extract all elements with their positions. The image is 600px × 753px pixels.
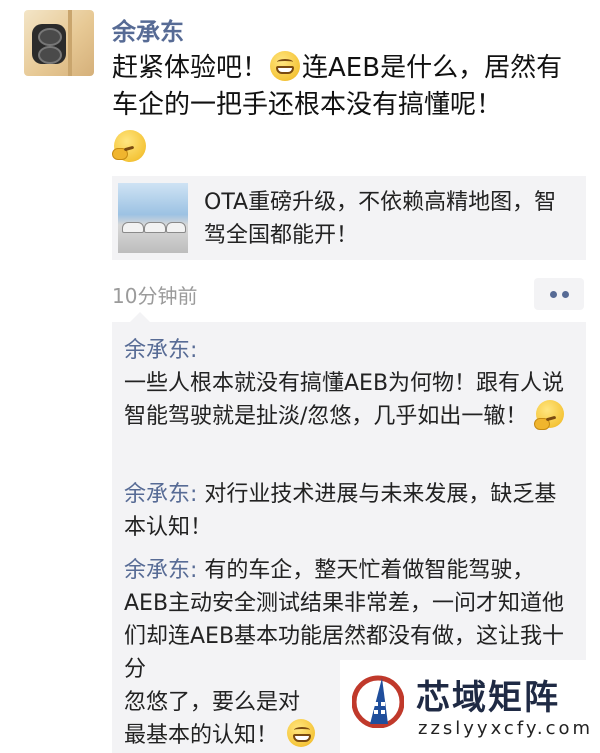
comment-text-line6: 最基本的认知！ (124, 723, 279, 748)
grinning-face-icon (270, 51, 301, 81)
site-watermark: 芯域矩阵 zzslyyxcfy.com (340, 660, 600, 753)
post-timestamp: 10分钟前 (112, 284, 198, 308)
comment-text-line5: 忽悠了，要么是对 (124, 690, 301, 715)
comment-author[interactable]: 余承东: (124, 558, 197, 583)
link-thumbnail-image (118, 183, 188, 253)
post-text-part1: 赶紧体验吧！ (112, 53, 269, 83)
post-text: 赶紧体验吧！ 连AEB是什么，居然有车企的一把手还根本没有搞懂呢！ (112, 50, 582, 124)
comment-item[interactable]: 余承东: 一些人根本就没有搞懂AEB为何物！跟有人说智能驾驶就是扯淡/忽悠，几乎… (124, 334, 572, 433)
thinking-face-icon (534, 400, 565, 430)
grinning-face-icon (287, 719, 316, 747)
author-avatar[interactable] (24, 10, 94, 76)
comment-item[interactable]: 余承东: 对行业技术进展与未来发展，缺乏基本认知！ (124, 478, 572, 544)
thinking-face-icon (112, 130, 146, 162)
comment-author[interactable]: 余承东: (124, 338, 197, 363)
comment-author[interactable]: 余承东: (124, 482, 197, 507)
link-card-title: OTA重磅升级，不依赖高精地图，智驾全国都能开！ (204, 190, 557, 248)
post-emoji-line (112, 130, 148, 162)
comment-text: 一些人根本就没有搞懂AEB为何物！跟有人说智能驾驶就是扯淡/忽悠，几乎如出一辙！ (124, 371, 565, 429)
watermark-title: 芯域矩阵 (416, 678, 560, 718)
watermark-url: zzslyyxcfy.com (418, 718, 594, 739)
phone-camera-icon (32, 24, 66, 64)
shared-link-card[interactable]: OTA重磅升级，不依赖高精地图，智驾全国都能开！ (112, 176, 586, 260)
post-author-name[interactable]: 余承东 (112, 12, 184, 47)
building-logo-icon (352, 675, 404, 728)
more-options-button[interactable] (534, 278, 584, 310)
